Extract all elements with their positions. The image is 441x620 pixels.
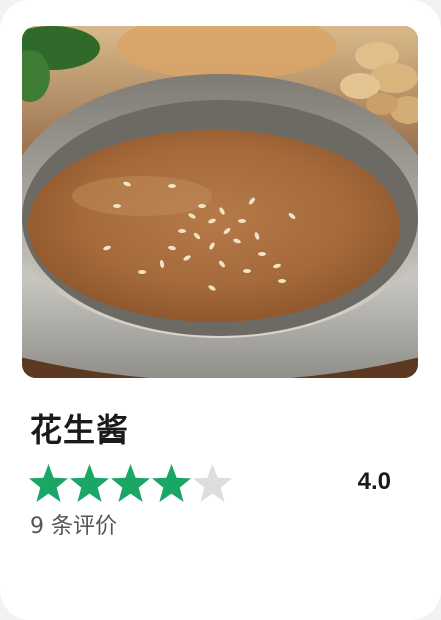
star-icon xyxy=(70,464,109,502)
review-count[interactable]: 9 条评价 xyxy=(30,510,117,544)
star-icon xyxy=(152,464,191,502)
product-image xyxy=(22,26,418,378)
star-rating xyxy=(28,462,233,506)
star-icon xyxy=(193,464,232,502)
rating-value: 4.0 xyxy=(357,468,391,495)
product-title: 花生酱 xyxy=(30,411,130,449)
star-icon xyxy=(29,464,68,502)
product-card[interactable]: 花生酱 4.0 9 条评价 xyxy=(0,0,441,620)
star-icon xyxy=(111,464,150,502)
